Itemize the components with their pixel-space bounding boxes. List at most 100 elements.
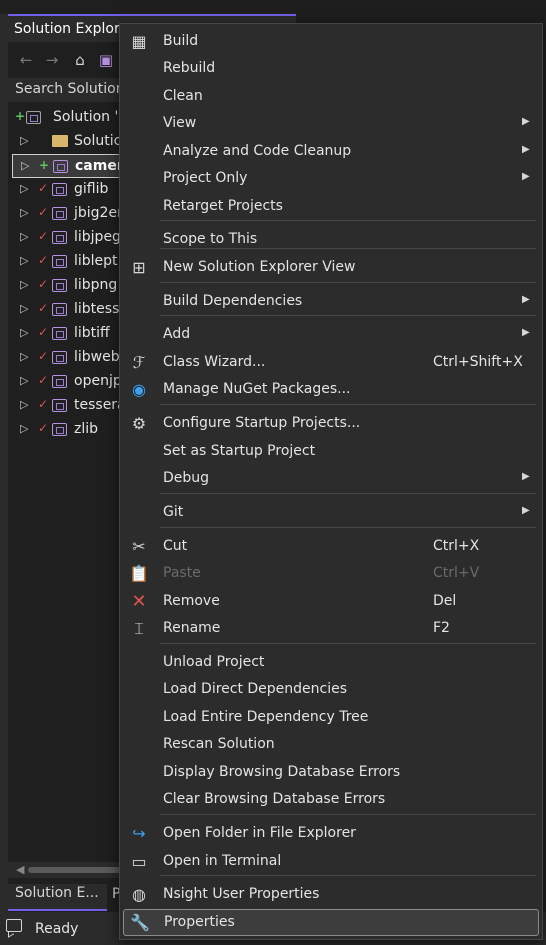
tree-label: camer — [75, 158, 124, 174]
menu-item-cut[interactable]: ✂ Cut Ctrl+X — [120, 533, 542, 560]
menu-item-label: Rename — [163, 620, 221, 636]
menu-item-shortcut: Del — [433, 593, 457, 609]
menu-separator — [160, 315, 536, 316]
menu-item-rebuild[interactable]: Rebuild — [120, 55, 542, 82]
checked-in-icon: ✓ — [38, 205, 49, 219]
scrollbar-thumb[interactable] — [28, 867, 128, 873]
project-icon — [52, 279, 67, 292]
chevron-right-icon[interactable]: ▷ — [21, 159, 29, 172]
submenu-arrow-icon: ▶ — [522, 144, 530, 155]
terminal-icon: ▭ — [131, 852, 147, 871]
menu-item-open-in-terminal[interactable]: ▭ Open in Terminal — [120, 848, 542, 875]
menu-item-label: Clear Browsing Database Errors — [163, 791, 386, 807]
home-icon[interactable]: ⌂ — [70, 50, 90, 70]
project-icon — [52, 303, 67, 316]
switch-views-icon[interactable]: ▣ — [96, 50, 116, 70]
menu-item-view[interactable]: View ▶ — [120, 110, 542, 137]
checked-in-icon: ✓ — [38, 349, 49, 363]
chevron-right-icon[interactable]: ▷ — [20, 422, 28, 435]
gear-icon: ⚙ — [131, 414, 147, 433]
menu-item-label: Project Only — [163, 170, 248, 186]
chevron-right-icon[interactable]: ▷ — [20, 302, 28, 315]
menu-separator — [160, 814, 536, 815]
project-icon — [52, 351, 67, 364]
menu-item-remove[interactable]: ✕ Remove Del — [120, 588, 542, 615]
solution-explorer-title: Solution Explore — [14, 21, 129, 37]
tab-solution-explorer[interactable]: Solution E... — [8, 884, 107, 911]
menu-item-clean[interactable]: Clean — [120, 83, 542, 110]
menu-item-scope-to-this[interactable]: Scope to This — [120, 226, 542, 253]
menu-item-project-only[interactable]: Project Only ▶ — [120, 165, 542, 192]
menu-item-label: Debug — [163, 470, 210, 486]
status-text: Ready — [35, 921, 79, 937]
menu-item-load-direct-dependencies[interactable]: Load Direct Dependencies — [120, 676, 542, 703]
menu-item-set-as-startup-project[interactable]: Set as Startup Project — [120, 438, 542, 465]
menu-item-new-solution-explorer-view[interactable]: ⊞ New Solution Explorer View — [120, 254, 542, 281]
menu-item-build[interactable]: ▦ Build — [120, 28, 542, 55]
menu-item-nsight-user-properties[interactable]: ◍ Nsight User Properties — [120, 881, 542, 908]
chevron-right-icon[interactable]: ▷ — [20, 326, 28, 339]
menu-item-build-dependencies[interactable]: Build Dependencies ▶ — [120, 288, 542, 315]
menu-item-label: Properties — [164, 914, 235, 930]
tree-label: jbig2er — [74, 205, 123, 221]
menu-item-label: Class Wizard... — [163, 354, 266, 370]
menu-item-configure-startup-projects[interactable]: ⚙ Configure Startup Projects... — [120, 410, 542, 437]
scroll-left-icon[interactable]: ◀ — [16, 862, 24, 878]
menu-item-rename[interactable]: ⌶ Rename F2 — [120, 615, 542, 642]
tree-label: libpng — [74, 277, 118, 293]
context-menu: ▦ Build Rebuild Clean View ▶ Analyze and Code … — [119, 23, 543, 940]
menu-item-class-wizard[interactable]: ℱ Class Wizard... Ctrl+Shift+X — [120, 349, 542, 376]
project-icon — [52, 327, 67, 340]
menu-item-git[interactable]: Git ▶ — [120, 499, 542, 526]
back-icon[interactable]: ← — [16, 50, 36, 70]
menu-item-display-browsing-database-errors[interactable]: Display Browsing Database Errors — [120, 759, 542, 786]
menu-item-unload-project[interactable]: Unload Project — [120, 649, 542, 676]
chevron-right-icon[interactable]: ▷ — [20, 230, 28, 243]
menu-item-label: Analyze and Code Cleanup — [163, 143, 352, 159]
menu-item-load-entire-dependency-tree[interactable]: Load Entire Dependency Tree — [120, 704, 542, 731]
checked-in-icon: ✓ — [38, 229, 49, 243]
menu-item-label: Cut — [163, 538, 188, 554]
menu-item-retarget-projects[interactable]: Retarget Projects — [120, 193, 542, 220]
forward-icon[interactable]: → — [42, 50, 62, 70]
menu-item-manage-nuget-packages[interactable]: ◉ Manage NuGet Packages... — [120, 376, 542, 403]
tree-label: Solutic — [74, 133, 122, 149]
checked-in-icon: ✓ — [38, 397, 49, 411]
new-view-icon: ⊞ — [132, 258, 146, 277]
class-wizard-icon: ℱ — [132, 353, 146, 372]
checked-in-icon: ✓ — [38, 181, 49, 195]
chevron-right-icon[interactable]: ▷ — [20, 206, 28, 219]
menu-item-clear-browsing-database-errors[interactable]: Clear Browsing Database Errors — [120, 786, 542, 813]
chevron-right-icon[interactable]: ▷ — [20, 350, 28, 363]
menu-item-label: Display Browsing Database Errors — [163, 764, 401, 780]
tree-row-selected-project[interactable]: ▷ + camer — [12, 154, 132, 178]
folder-icon — [52, 135, 68, 147]
nuget-icon: ◉ — [132, 380, 146, 399]
menu-item-label: Configure Startup Projects... — [163, 415, 361, 431]
chevron-right-icon[interactable]: ▷ — [20, 182, 28, 195]
menu-item-label: Build — [163, 33, 199, 49]
chevron-right-icon[interactable]: ▷ — [20, 254, 28, 267]
menu-item-shortcut: Ctrl+V — [433, 565, 480, 581]
tree-label: libtiff — [74, 325, 110, 341]
checked-in-icon: ✓ — [38, 277, 49, 291]
menu-item-label: Set as Startup Project — [163, 443, 316, 459]
chevron-right-icon[interactable]: ▷ — [20, 398, 28, 411]
menu-item-debug[interactable]: Debug ▶ — [120, 465, 542, 492]
chevron-right-icon[interactable]: ▷ — [20, 278, 28, 291]
tree-label: libjpeg — [74, 229, 121, 245]
menu-item-analyze-and-code-cleanup[interactable]: Analyze and Code Cleanup ▶ — [120, 138, 542, 165]
menu-item-open-folder-in-file-explorer[interactable]: ↪ Open Folder in File Explorer — [120, 820, 542, 847]
solution-icon — [26, 111, 41, 124]
chevron-right-icon[interactable]: ▷ — [20, 134, 28, 147]
menu-item-properties[interactable]: 🔧 Properties — [123, 909, 539, 936]
tree-label: Solution '( — [53, 109, 124, 125]
menu-item-label: Open in Terminal — [163, 853, 282, 869]
chevron-right-icon[interactable]: ▷ — [20, 374, 28, 387]
menu-item-add[interactable]: Add ▶ — [120, 321, 542, 348]
menu-item-rescan-solution[interactable]: Rescan Solution — [120, 731, 542, 758]
project-icon — [52, 399, 67, 412]
panel-edge — [0, 14, 8, 912]
menu-item-label: Build Dependencies — [163, 293, 303, 309]
notification-icon[interactable] — [6, 919, 22, 932]
